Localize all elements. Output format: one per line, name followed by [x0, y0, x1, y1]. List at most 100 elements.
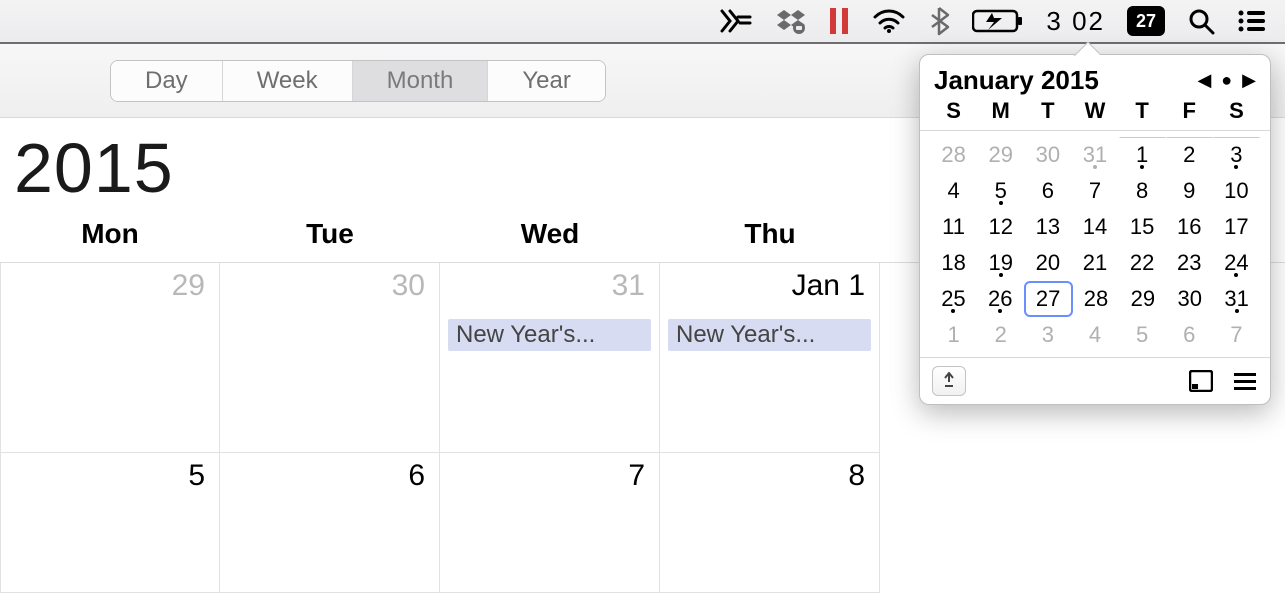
- popover-title: January 2015: [934, 65, 1099, 96]
- calendar-grid: 5 6 7 8: [0, 453, 1285, 593]
- popover-footer: [920, 357, 1270, 404]
- weekday-label: Mon: [0, 216, 220, 262]
- popover-day[interactable]: 2: [977, 317, 1024, 353]
- day-cell[interactable]: 8: [660, 453, 880, 593]
- popover-grid: 2829303112345678910111213141516171819202…: [920, 131, 1270, 357]
- popover-day[interactable]: 1: [930, 317, 977, 353]
- popover-day[interactable]: 6: [1024, 173, 1071, 209]
- haskell-icon[interactable]: [720, 0, 754, 42]
- popover-day[interactable]: 19: [977, 245, 1024, 281]
- popover-week-row: 1234567: [930, 317, 1260, 353]
- battery-icon[interactable]: [972, 0, 1024, 42]
- popover-day[interactable]: 9: [1166, 173, 1213, 209]
- popover-day[interactable]: 31: [1213, 281, 1260, 317]
- spotlight-icon[interactable]: [1187, 0, 1215, 42]
- popover-day[interactable]: 8: [1119, 173, 1166, 209]
- popover-day[interactable]: 30: [1024, 137, 1071, 173]
- popover-day[interactable]: 21: [1071, 245, 1118, 281]
- popover-day[interactable]: 6: [1166, 317, 1213, 353]
- popover-day[interactable]: 23: [1166, 245, 1213, 281]
- menubar-clock[interactable]: 3 02: [1046, 6, 1105, 37]
- popover-day[interactable]: 1: [1119, 137, 1166, 173]
- day-cell[interactable]: 30: [220, 263, 440, 453]
- notification-center-icon[interactable]: [1237, 0, 1267, 42]
- popover-day[interactable]: 3: [1213, 137, 1260, 173]
- popover-week-row: 28293031123: [930, 137, 1260, 173]
- popover-day[interactable]: 14: [1071, 209, 1118, 245]
- popover-week-row: 25262728293031: [930, 281, 1260, 317]
- day-cell[interactable]: 5: [0, 453, 220, 593]
- day-number: 8: [848, 459, 865, 493]
- popover-day[interactable]: 13: [1024, 209, 1071, 245]
- popover-day[interactable]: 2: [1166, 137, 1213, 173]
- popover-day[interactable]: 16: [1166, 209, 1213, 245]
- menubar-calendar-popover: January 2015 ◀ ● ▶ SMTWTFS 2829303112345…: [919, 54, 1271, 405]
- popover-day[interactable]: 3: [1024, 317, 1071, 353]
- day-cell[interactable]: 7: [440, 453, 660, 593]
- popover-day[interactable]: 30: [1166, 281, 1213, 317]
- view-day[interactable]: Day: [111, 61, 223, 101]
- popover-day[interactable]: 24: [1213, 245, 1260, 281]
- popover-day[interactable]: 17: [1213, 209, 1260, 245]
- prev-month-button[interactable]: ◀: [1197, 70, 1211, 91]
- view-year[interactable]: Year: [488, 61, 605, 101]
- popover-day[interactable]: 28: [930, 137, 977, 173]
- menu-button[interactable]: [1232, 370, 1258, 392]
- day-cell[interactable]: Jan 1 New Year's...: [660, 263, 880, 453]
- popover-day[interactable]: 31: [1071, 137, 1118, 173]
- popover-dow-label: S: [1213, 98, 1260, 124]
- day-number: 30: [392, 269, 425, 303]
- popover-day[interactable]: 29: [977, 137, 1024, 173]
- popover-day[interactable]: 7: [1213, 317, 1260, 353]
- view-week[interactable]: Week: [223, 61, 353, 101]
- today-button[interactable]: ●: [1221, 70, 1232, 91]
- day-number: Jan 1: [792, 269, 865, 303]
- popover-day[interactable]: 15: [1119, 209, 1166, 245]
- popover-dow-label: S: [930, 98, 977, 124]
- pin-button[interactable]: [932, 366, 966, 396]
- popover-day[interactable]: 5: [977, 173, 1024, 209]
- view-switcher: Day Week Month Year: [110, 60, 606, 102]
- popover-dow-row: SMTWTFS: [920, 98, 1270, 131]
- day-number: 7: [628, 459, 645, 493]
- popover-day[interactable]: 10: [1213, 173, 1260, 209]
- view-month[interactable]: Month: [353, 61, 489, 101]
- popover-day[interactable]: 26: [977, 281, 1024, 317]
- popover-day[interactable]: 4: [1071, 317, 1118, 353]
- popover-dow-label: T: [1024, 98, 1071, 124]
- popover-day[interactable]: 18: [930, 245, 977, 281]
- calendar-event[interactable]: New Year's...: [668, 319, 871, 351]
- popover-dow-label: F: [1166, 98, 1213, 124]
- popover-arrow: [1074, 42, 1100, 56]
- popover-day[interactable]: 28: [1073, 281, 1120, 317]
- popover-day[interactable]: 29: [1119, 281, 1166, 317]
- popover-dow-label: M: [977, 98, 1024, 124]
- open-calendar-button[interactable]: [1188, 370, 1214, 392]
- popover-week-row: 18192021222324: [930, 245, 1260, 281]
- popover-day[interactable]: 12: [977, 209, 1024, 245]
- popover-nav: ◀ ● ▶: [1197, 70, 1256, 91]
- popover-day[interactable]: 11: [930, 209, 977, 245]
- day-cell[interactable]: 6: [220, 453, 440, 593]
- day-number: 29: [172, 269, 205, 303]
- popover-day[interactable]: 27: [1024, 281, 1073, 317]
- day-cell[interactable]: 29: [0, 263, 220, 453]
- bluetooth-icon[interactable]: [928, 0, 950, 42]
- popover-day[interactable]: 7: [1071, 173, 1118, 209]
- popover-day[interactable]: 22: [1119, 245, 1166, 281]
- popover-day[interactable]: 5: [1119, 317, 1166, 353]
- dropbox-icon[interactable]: [776, 0, 806, 42]
- day-cell[interactable]: 31 New Year's...: [440, 263, 660, 453]
- popover-week-row: 45678910: [930, 173, 1260, 209]
- calendar-event[interactable]: New Year's...: [448, 319, 651, 351]
- popover-dow-label: W: [1071, 98, 1118, 124]
- popover-day[interactable]: 25: [930, 281, 977, 317]
- popover-day[interactable]: 20: [1024, 245, 1071, 281]
- popover-day[interactable]: 4: [930, 173, 977, 209]
- day-number: 6: [408, 459, 425, 493]
- menubar: 3 02 27: [0, 0, 1285, 44]
- pause-icon[interactable]: [828, 0, 850, 42]
- wifi-icon[interactable]: [872, 0, 906, 42]
- menubar-date-badge[interactable]: 27: [1127, 6, 1165, 36]
- next-month-button[interactable]: ▶: [1242, 70, 1256, 91]
